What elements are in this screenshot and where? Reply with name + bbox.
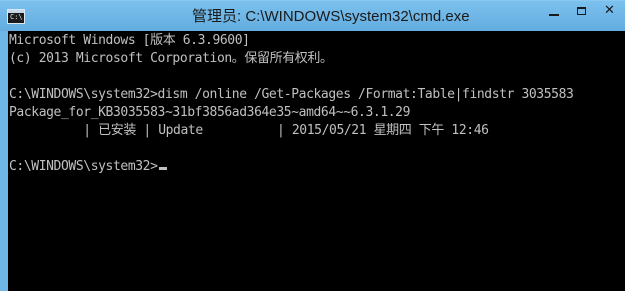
console-line: | 已安装 | Update | 2015/05/21 星期四 下午 12:46 xyxy=(9,123,489,138)
maximize-button[interactable] xyxy=(568,1,595,22)
console-prompt-line[interactable]: C:\WINDOWS\system32> xyxy=(9,158,167,176)
title-bar[interactable]: C:\ 管理员: C:\WINDOWS\system32\cmd.exe ✕ xyxy=(0,0,625,31)
minimize-icon xyxy=(549,14,559,16)
console-line: Package_for_KB3035583~31bf3856ad364e35~a… xyxy=(9,105,411,120)
minimize-button[interactable] xyxy=(541,1,568,22)
console-line: Microsoft Windows [版本 6.3.9600] xyxy=(9,33,250,48)
maximize-icon xyxy=(577,7,586,15)
console-prompt: C:\WINDOWS\system32> xyxy=(9,159,158,174)
close-button[interactable]: ✕ xyxy=(595,1,625,22)
console-line: (c) 2013 Microsoft Corporation。保留所有权利。 xyxy=(9,51,333,66)
text-cursor xyxy=(158,167,167,170)
icon-glyph: C:\ xyxy=(10,13,23,21)
cmd-window: C:\ 管理员: C:\WINDOWS\system32\cmd.exe ✕ M… xyxy=(0,0,625,291)
console-output[interactable]: Microsoft Windows [版本 6.3.9600] (c) 2013… xyxy=(8,31,625,291)
cmd-app-icon[interactable]: C:\ xyxy=(7,9,25,24)
close-icon: ✕ xyxy=(604,3,615,18)
window-title: 管理员: C:\WINDOWS\system32\cmd.exe xyxy=(192,8,470,25)
console-line: C:\WINDOWS\system32>dism /online /Get-Pa… xyxy=(9,87,574,102)
